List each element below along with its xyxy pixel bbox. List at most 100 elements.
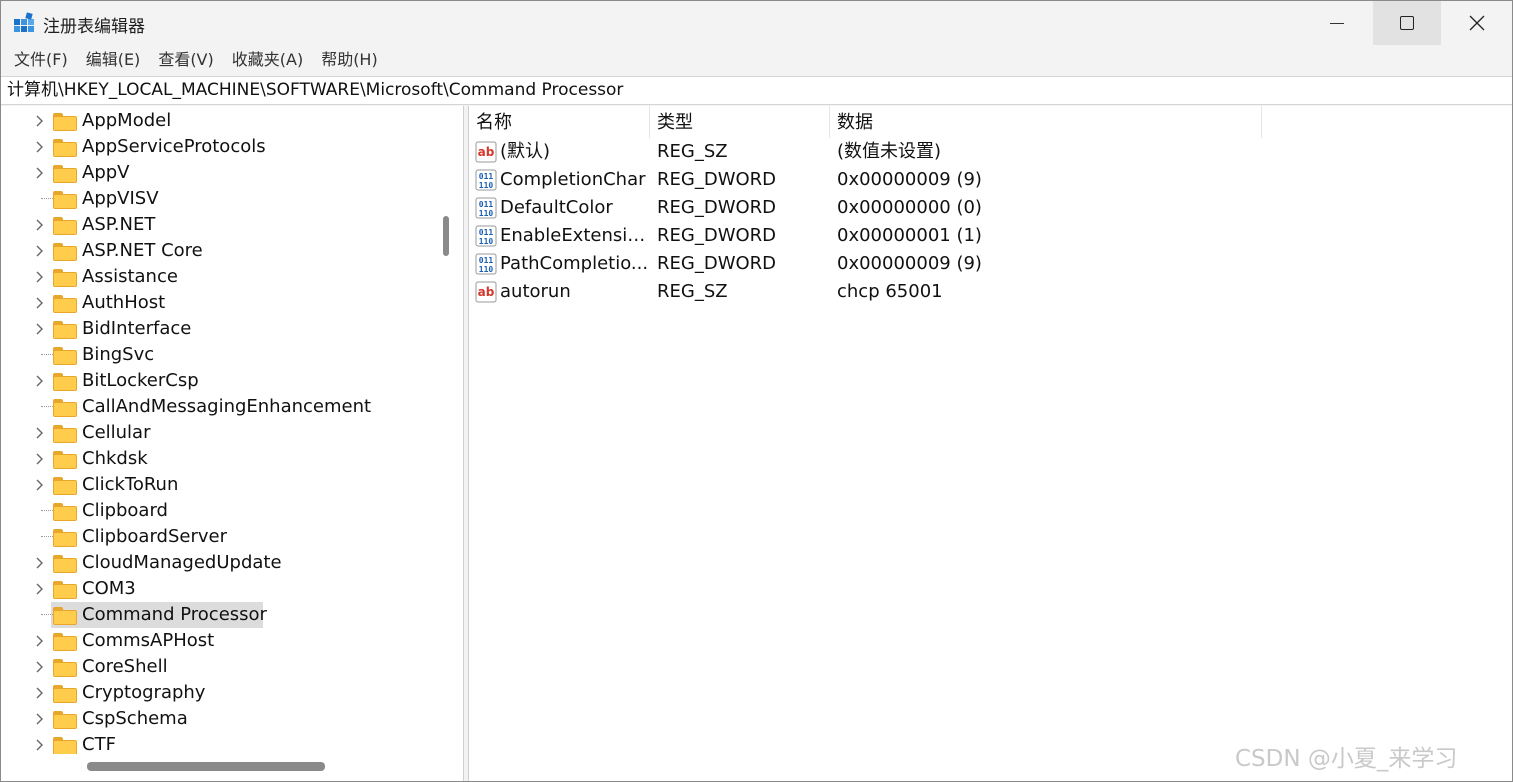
tree-item-label: BitLockerCsp	[82, 370, 199, 391]
value-row[interactable]: ab autorun REG_SZ chcp 65001	[469, 278, 1512, 306]
value-row[interactable]: 011 110 EnableExtensions REG_DWORD 0x0000000…	[469, 222, 1512, 250]
folder-icon	[53, 295, 77, 313]
value-data: chcp 65001	[837, 281, 943, 302]
tree-item[interactable]: AppModel	[1, 108, 435, 134]
tree-item[interactable]: AppVISV	[1, 186, 435, 212]
folder-icon	[53, 269, 77, 287]
chevron-right-icon[interactable]	[35, 478, 47, 492]
binary-value-icon: 011110	[475, 197, 497, 219]
tree-horizontal-scrollbar[interactable]	[1, 754, 435, 781]
chevron-right-icon[interactable]	[35, 738, 47, 752]
tree-item[interactable]: Command Processor	[1, 602, 435, 628]
tree-item-label: ASP.NET Core	[82, 240, 203, 261]
svg-text:110: 110	[479, 209, 494, 218]
tree-item[interactable]: Clipboard	[1, 498, 435, 524]
value-name: (默认)	[500, 141, 551, 162]
value-row[interactable]: 011 110 CompletionChar REG_DWORD 0x00000009 …	[469, 166, 1512, 194]
tree-item[interactable]: CspSchema	[1, 706, 435, 732]
folder-icon	[53, 581, 77, 599]
tree-horizontal-scroll-thumb[interactable]	[87, 762, 325, 771]
folder-icon	[53, 425, 77, 443]
svg-text:011: 011	[479, 228, 494, 237]
chevron-right-icon[interactable]	[35, 244, 47, 258]
tree-item[interactable]: BingSvc	[1, 342, 435, 368]
svg-text:ab: ab	[478, 285, 495, 299]
svg-text:110: 110	[479, 237, 494, 246]
tree-item-label: Cellular	[82, 422, 151, 443]
tree-item[interactable]: BidInterface	[1, 316, 435, 342]
tree-item[interactable]: Chkdsk	[1, 446, 435, 472]
values-list-header: 名称 类型 数据	[469, 106, 1512, 138]
tree-item-label: Assistance	[82, 266, 178, 287]
chevron-right-icon[interactable]	[35, 114, 47, 128]
tree-item-label: BidInterface	[82, 318, 192, 339]
column-header-name[interactable]: 名称	[469, 106, 650, 138]
chevron-right-icon[interactable]	[35, 140, 47, 154]
tree-item[interactable]: ASP.NET	[1, 212, 435, 238]
value-row[interactable]: 011 110 PathCompletio... REG_DWORD 0x0000000…	[469, 250, 1512, 278]
tree-item-label: Clipboard	[82, 500, 168, 521]
menu-favorites[interactable]: 收藏夹(A)	[223, 45, 312, 75]
chevron-right-icon[interactable]	[35, 296, 47, 310]
chevron-right-icon[interactable]	[35, 426, 47, 440]
tree-item[interactable]: COM3	[1, 576, 435, 602]
chevron-right-icon[interactable]	[35, 270, 47, 284]
tree-item-label: CallAndMessagingEnhancement	[82, 396, 372, 417]
tree-item[interactable]: ClickToRun	[1, 472, 435, 498]
folder-icon	[53, 347, 77, 365]
chevron-right-icon[interactable]	[35, 374, 47, 388]
tree-item[interactable]: Cryptography	[1, 680, 435, 706]
menu-file[interactable]: 文件(F)	[5, 45, 77, 75]
menu-help[interactable]: 帮助(H)	[312, 45, 387, 75]
close-button[interactable]	[1443, 1, 1511, 45]
tree-item-label: CloudManagedUpdate	[82, 552, 282, 573]
address-bar[interactable]: 计算机\HKEY_LOCAL_MACHINE\SOFTWARE\Microsof…	[1, 76, 1512, 105]
chevron-right-icon[interactable]	[35, 582, 47, 596]
chevron-right-icon[interactable]	[35, 218, 47, 232]
folder-icon	[53, 555, 77, 573]
value-row[interactable]: ab (默认) REG_SZ (数值未设置)	[469, 138, 1512, 166]
chevron-right-icon[interactable]	[35, 660, 47, 674]
chevron-right-icon[interactable]	[35, 166, 47, 180]
tree-item[interactable]: BitLockerCsp	[1, 368, 435, 394]
tree-item[interactable]: CallAndMessagingEnhancement	[1, 394, 435, 420]
tree-item-label: Command Processor	[82, 604, 267, 625]
tree-vertical-scroll-thumb[interactable]	[443, 216, 449, 256]
key-tree: AppModel AppServiceProtocols AppV AppVISV AS…	[1, 108, 435, 758]
chevron-right-icon[interactable]	[35, 556, 47, 570]
tree-item[interactable]: CommsAPHost	[1, 628, 435, 654]
value-type: REG_SZ	[657, 141, 728, 162]
value-name: CompletionChar	[500, 169, 646, 190]
window-title: 注册表编辑器	[43, 17, 145, 37]
tree-item[interactable]: AppV	[1, 160, 435, 186]
value-data: 0x00000001 (1)	[837, 225, 982, 246]
column-header-type[interactable]: 类型	[650, 106, 830, 138]
tree-item[interactable]: CoreShell	[1, 654, 435, 680]
tree-item[interactable]: ClipboardServer	[1, 524, 435, 550]
value-type: REG_DWORD	[657, 169, 777, 190]
tree-item-label: Cryptography	[82, 682, 206, 703]
minimize-button[interactable]	[1303, 1, 1371, 45]
value-row[interactable]: 011 110 DefaultColor REG_DWORD 0x00000000 (0…	[469, 194, 1512, 222]
tree-item[interactable]: Assistance	[1, 264, 435, 290]
value-data: (数值未设置)	[837, 141, 942, 162]
chevron-right-icon[interactable]	[35, 686, 47, 700]
chevron-right-icon[interactable]	[35, 322, 47, 336]
chevron-right-icon[interactable]	[35, 634, 47, 648]
folder-icon	[53, 685, 77, 703]
menu-view[interactable]: 查看(V)	[149, 45, 222, 75]
tree-item-label: CspSchema	[82, 708, 188, 729]
tree-item-label: AppModel	[82, 110, 172, 131]
chevron-right-icon[interactable]	[35, 452, 47, 466]
maximize-button[interactable]	[1373, 1, 1441, 45]
tree-item[interactable]: ASP.NET Core	[1, 238, 435, 264]
chevron-right-icon[interactable]	[35, 712, 47, 726]
tree-item[interactable]: AuthHost	[1, 290, 435, 316]
tree-item[interactable]: AppServiceProtocols	[1, 134, 435, 160]
menu-edit[interactable]: 编辑(E)	[77, 45, 150, 75]
maximize-icon	[1400, 16, 1414, 30]
tree-vertical-scrollbar[interactable]	[435, 106, 463, 754]
tree-item[interactable]: Cellular	[1, 420, 435, 446]
tree-item[interactable]: CloudManagedUpdate	[1, 550, 435, 576]
column-header-data[interactable]: 数据	[830, 106, 1262, 138]
